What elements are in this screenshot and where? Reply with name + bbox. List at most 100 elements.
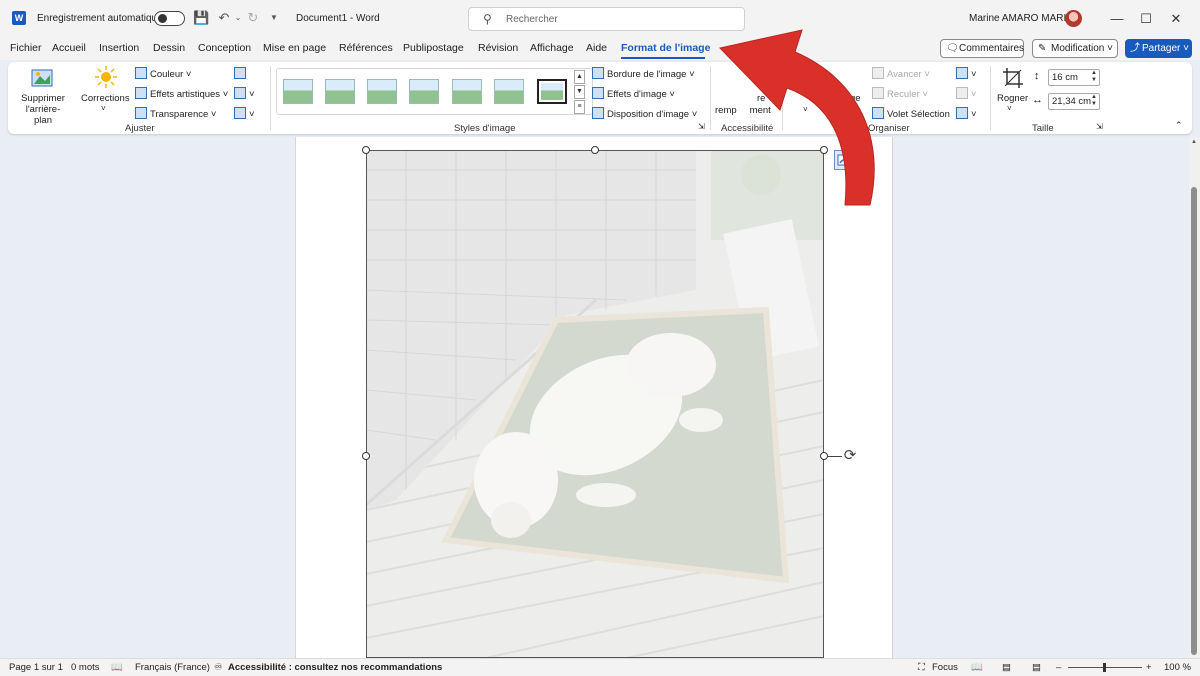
toggle-knob: [158, 14, 167, 23]
alt-text-label-2[interactable]: remp ment: [715, 105, 771, 116]
print-layout-icon[interactable]: ▤: [1002, 662, 1011, 673]
collapse-ribbon-icon[interactable]: ⌃: [1175, 120, 1183, 131]
gallery-scroll-up-icon[interactable]: ▲: [574, 70, 585, 84]
tab-publipostage[interactable]: Publipostage: [403, 42, 464, 54]
proofing-icon[interactable]: 📖: [111, 662, 123, 673]
zoom-level[interactable]: 100 %: [1164, 662, 1191, 673]
gallery-scroll-down-icon[interactable]: ▼: [574, 85, 585, 99]
reset-picture-button[interactable]: ˅: [234, 107, 255, 120]
crop-button[interactable]: Rogner: [997, 93, 1028, 104]
send-backward-button[interactable]: Reculer ˅: [872, 87, 928, 100]
zoom-slider-thumb[interactable]: [1103, 663, 1106, 672]
chevron-down-icon[interactable]: ˅: [803, 105, 808, 114]
dialog-launcher-icon[interactable]: ⇲: [1096, 122, 1103, 131]
resize-handle-right[interactable]: [820, 452, 828, 460]
resize-handle-top-left[interactable]: [362, 146, 370, 154]
spinner-icon[interactable]: ▲ ▼: [1091, 70, 1097, 84]
dialog-launcher-icon[interactable]: ⇲: [698, 122, 705, 131]
read-mode-icon[interactable]: 📖: [971, 662, 983, 673]
corrections-button[interactable]: Corrections: [81, 93, 130, 104]
selected-picture[interactable]: [366, 150, 824, 658]
spinner-icon[interactable]: ▲ ▼: [1091, 94, 1097, 108]
close-icon[interactable]: ✕: [1165, 8, 1187, 30]
couleur-label: Couleur: [150, 69, 184, 80]
picture-effects-button[interactable]: Effets d'image ˅: [592, 87, 675, 100]
group-objects-button[interactable]: ˅: [956, 87, 977, 100]
couleur-button[interactable]: Couleur ˅: [135, 67, 191, 80]
user-name[interactable]: Marine AMARO MARIA: [969, 13, 1073, 24]
minimize-icon[interactable]: —: [1106, 8, 1128, 30]
tab-mise-en-page[interactable]: Mise en page: [263, 42, 326, 54]
alt-text-label-1[interactable]: re: [757, 93, 765, 104]
width-field[interactable]: 21,34 cm ▲ ▼: [1048, 93, 1100, 110]
chevron-down-icon: ˅: [1107, 43, 1113, 54]
picture-style-2[interactable]: [325, 79, 355, 104]
avatar[interactable]: [1065, 10, 1082, 27]
editing-mode-button[interactable]: ✎ Modification ˅: [1032, 39, 1118, 58]
tab-revision[interactable]: Révision: [478, 42, 518, 54]
picture-style-1[interactable]: [283, 79, 313, 104]
zoom-in-icon[interactable]: +: [1146, 662, 1152, 673]
autosave-toggle[interactable]: [154, 11, 185, 26]
save-icon[interactable]: 💾: [193, 10, 209, 26]
align-button[interactable]: ˅: [956, 67, 977, 80]
transparency-button[interactable]: Transparence ˅: [135, 107, 216, 120]
search-input[interactable]: ⚲ Rechercher: [468, 7, 745, 31]
resize-handle-left[interactable]: [362, 452, 370, 460]
height-field[interactable]: 16 cm ▲ ▼: [1048, 69, 1100, 86]
tab-references[interactable]: Références: [339, 42, 393, 54]
group-separator: [270, 66, 271, 130]
customize-toolbar-icon[interactable]: ▼: [266, 10, 282, 26]
share-button[interactable]: ⤴ Partager ˅: [1125, 39, 1192, 58]
picture-style-5[interactable]: [452, 79, 482, 104]
tab-conception[interactable]: Conception: [198, 42, 251, 54]
resize-handle-top[interactable]: [591, 146, 599, 154]
web-layout-icon[interactable]: ▤: [1032, 662, 1041, 673]
resize-handle-top-right[interactable]: [820, 146, 828, 154]
undo-dropdown-icon[interactable]: ⌄: [230, 10, 246, 26]
picture-style-6[interactable]: [494, 79, 524, 104]
maximize-icon[interactable]: ☐: [1135, 8, 1157, 30]
tab-fichier[interactable]: Fichier: [10, 42, 42, 54]
tab-insertion[interactable]: Insertion: [99, 42, 139, 54]
redo-icon[interactable]: ↻: [245, 10, 261, 26]
scrollbar-thumb[interactable]: [1191, 187, 1197, 655]
bring-forward-button[interactable]: Avancer ˅: [872, 67, 930, 80]
selection-pane-button[interactable]: Volet Sélection: [872, 107, 950, 120]
picture-style-4[interactable]: [409, 79, 439, 104]
rotate-button[interactable]: ˅: [956, 107, 977, 120]
picture-style-3[interactable]: [367, 79, 397, 104]
language-indicator[interactable]: Français (France): [135, 662, 210, 673]
tab-affichage[interactable]: Affichage: [530, 42, 574, 54]
picture-effects-icon: [592, 87, 604, 99]
tab-accueil[interactable]: Accueil: [52, 42, 86, 54]
scroll-up-icon[interactable]: ▲: [1191, 139, 1197, 145]
picture-style-7[interactable]: [537, 79, 567, 104]
tab-format-image[interactable]: Format de l'image: [621, 42, 710, 54]
tab-dessin[interactable]: Dessin: [153, 42, 185, 54]
picture-layout-button[interactable]: Disposition d'image ˅: [592, 107, 697, 120]
focus-icon: ⛶: [918, 662, 925, 673]
accessibility-status[interactable]: Accessibilité : consultez nos recommanda…: [228, 662, 442, 673]
comments-label: Commentaires: [959, 43, 1025, 54]
compress-icon: [234, 67, 246, 79]
chevron-down-icon[interactable]: ˅: [101, 104, 106, 113]
chevron-down-icon[interactable]: ˅: [1007, 104, 1012, 113]
wrap-text-label[interactable]: ge: [850, 93, 861, 104]
remove-background-icon: [31, 69, 53, 87]
zoom-out-icon[interactable]: –: [1056, 662, 1061, 673]
focus-button[interactable]: Focus: [932, 662, 958, 673]
layout-options-icon[interactable]: [834, 150, 856, 170]
gallery-more-icon[interactable]: ≡: [574, 100, 585, 114]
comments-button[interactable]: 🗨 Commentaires: [940, 39, 1024, 58]
page-count[interactable]: Page 1 sur 1: [9, 662, 63, 673]
word-count[interactable]: 0 mots: [71, 662, 100, 673]
rotate-handle-icon[interactable]: ⟳: [841, 447, 859, 465]
remove-background-button[interactable]: Supprimer l'arrière-plan: [18, 93, 68, 126]
tab-aide[interactable]: Aide: [586, 42, 607, 54]
picture-border-button[interactable]: Bordure de l'image ˅: [592, 67, 695, 80]
artistic-effects-button[interactable]: Effets artistiques ˅: [135, 87, 228, 100]
change-picture-button[interactable]: ˅: [234, 87, 255, 100]
vertical-scrollbar[interactable]: ▲: [1189, 137, 1200, 658]
compress-pictures-button[interactable]: [234, 67, 249, 80]
